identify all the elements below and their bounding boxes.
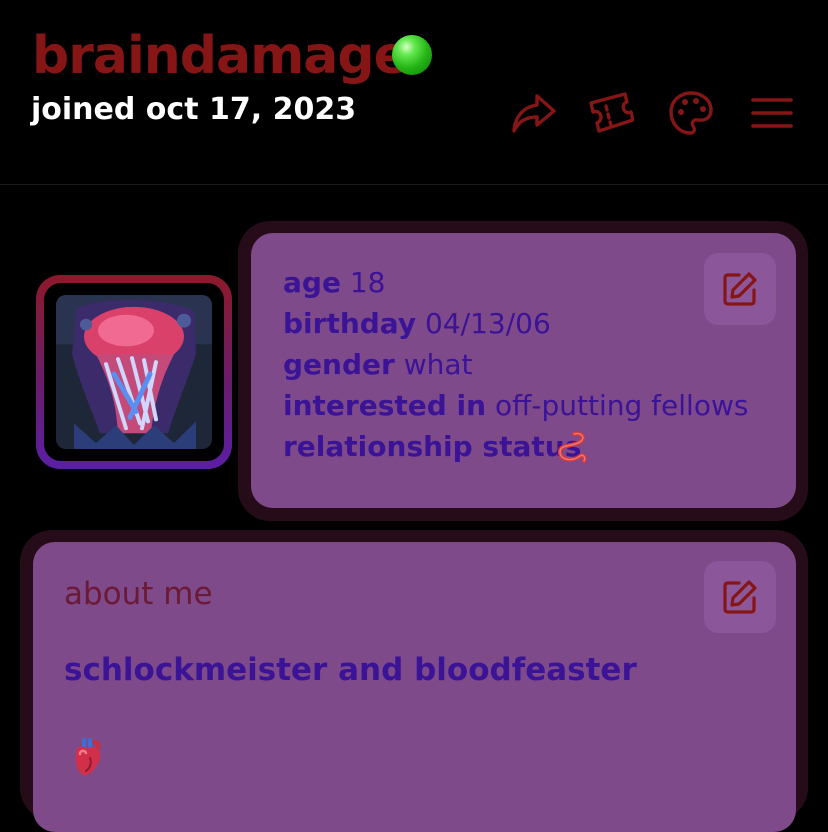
edit-about-button[interactable]	[704, 561, 776, 633]
birthday-value: 04/13/06	[425, 307, 551, 340]
age-value: 18	[349, 266, 386, 299]
age-label: age	[283, 266, 341, 299]
birthday-row: birthday 04/13/06	[283, 307, 551, 340]
palette-icon[interactable]	[668, 90, 714, 136]
edit-details-button[interactable]	[704, 253, 776, 325]
gender-label: gender	[283, 348, 395, 381]
avatar-border	[44, 283, 224, 461]
worm-emoji-icon	[552, 430, 592, 466]
age-row: age 18	[283, 266, 385, 299]
birthday-label: birthday	[283, 307, 417, 340]
ticket-icon[interactable]	[588, 90, 634, 136]
menu-icon[interactable]	[749, 90, 795, 136]
about-me-text: schlockmeister and bloodfeaster	[64, 652, 637, 688]
avatar[interactable]	[36, 275, 232, 469]
gender-row: gender what	[283, 348, 473, 381]
interested-row: interested in off-putting fellows	[283, 389, 748, 422]
joined-date: joined oct 17, 2023	[31, 92, 357, 127]
edit-icon	[723, 580, 757, 614]
about-me-title: about me	[64, 576, 213, 612]
share-icon[interactable]	[511, 90, 557, 136]
username-title: braindamage	[32, 26, 409, 86]
interested-label: interested in	[283, 389, 487, 422]
relationship-row: relationship status	[283, 430, 581, 463]
edit-icon	[723, 272, 757, 306]
profile-header: braindamage joined oct 17, 2023	[0, 0, 828, 185]
gender-value: what	[403, 348, 473, 381]
avatar-image	[56, 295, 212, 449]
relationship-label: relationship status	[283, 430, 582, 463]
online-status-indicator	[392, 35, 432, 75]
interested-value: off-putting fellows	[494, 389, 749, 422]
anatomical-heart-icon	[70, 738, 104, 778]
